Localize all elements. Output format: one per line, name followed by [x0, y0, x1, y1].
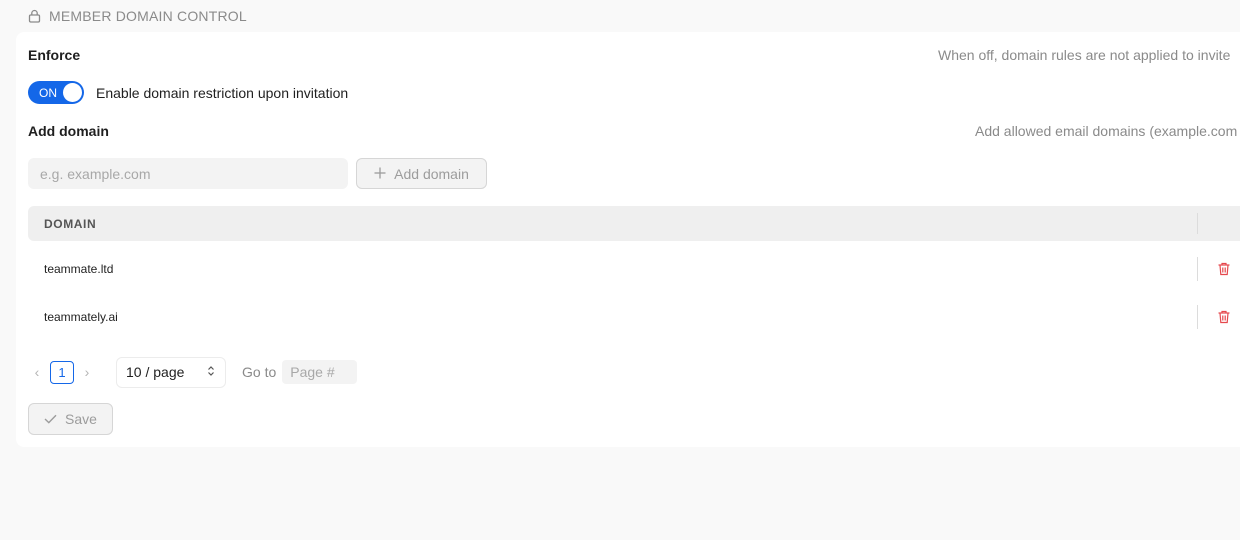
save-button[interactable]: Save: [28, 403, 113, 435]
add-domain-button-label: Add domain: [394, 165, 469, 182]
pagination: ‹ 1 › 10 / page Go to: [28, 356, 358, 388]
updown-chevron-icon: [207, 364, 215, 380]
delete-trash-icon[interactable]: [1217, 262, 1231, 281]
domain-control-card: Enforce When off, domain rules are not a…: [16, 32, 1240, 447]
goto-page-input[interactable]: [282, 360, 358, 384]
row-column-divider: [1197, 305, 1198, 329]
plus-icon: [374, 166, 386, 182]
delete-trash-icon[interactable]: [1217, 310, 1231, 329]
toggle-knob: [63, 83, 82, 102]
goto-label: Go to: [242, 364, 277, 380]
lock-icon: [28, 9, 41, 23]
table-row: teammately.ai: [28, 293, 1240, 341]
prev-page-chevron-left-icon[interactable]: ‹: [28, 364, 46, 380]
per-page-select[interactable]: 10 / page: [116, 356, 226, 388]
domain-cell: teammately.ai: [44, 310, 118, 324]
table-header: DOMAIN: [28, 206, 1240, 241]
page-number-current[interactable]: 1: [50, 360, 74, 384]
add-domain-title: Add domain: [28, 123, 109, 139]
domain-input[interactable]: [28, 158, 348, 189]
section-header: MEMBER DOMAIN CONTROL: [28, 8, 247, 24]
domain-cell: teammate.ltd: [44, 262, 114, 276]
checkmark-icon: [44, 411, 57, 427]
table-row: teammate.ltd: [28, 245, 1240, 293]
enforce-toggle[interactable]: ON: [28, 81, 84, 104]
per-page-value: 10 / page: [126, 364, 185, 380]
column-header-domain: DOMAIN: [44, 216, 97, 231]
toggle-state-text: ON: [39, 85, 57, 100]
next-page-chevron-right-icon[interactable]: ›: [78, 364, 96, 380]
enforce-toggle-row: ON Enable domain restriction upon invita…: [28, 81, 348, 104]
enforce-hint: When off, domain rules are not applied t…: [938, 47, 1231, 63]
row-column-divider: [1197, 257, 1198, 281]
add-domain-button[interactable]: Add domain: [356, 158, 487, 189]
save-button-label: Save: [65, 411, 97, 427]
enforce-toggle-label: Enable domain restriction upon invitatio…: [96, 84, 349, 101]
header-column-divider: [1197, 213, 1198, 234]
add-domain-hint: Add allowed email domains (example.com: [975, 123, 1238, 139]
section-title: MEMBER DOMAIN CONTROL: [49, 8, 247, 24]
enforce-title: Enforce: [28, 47, 81, 63]
